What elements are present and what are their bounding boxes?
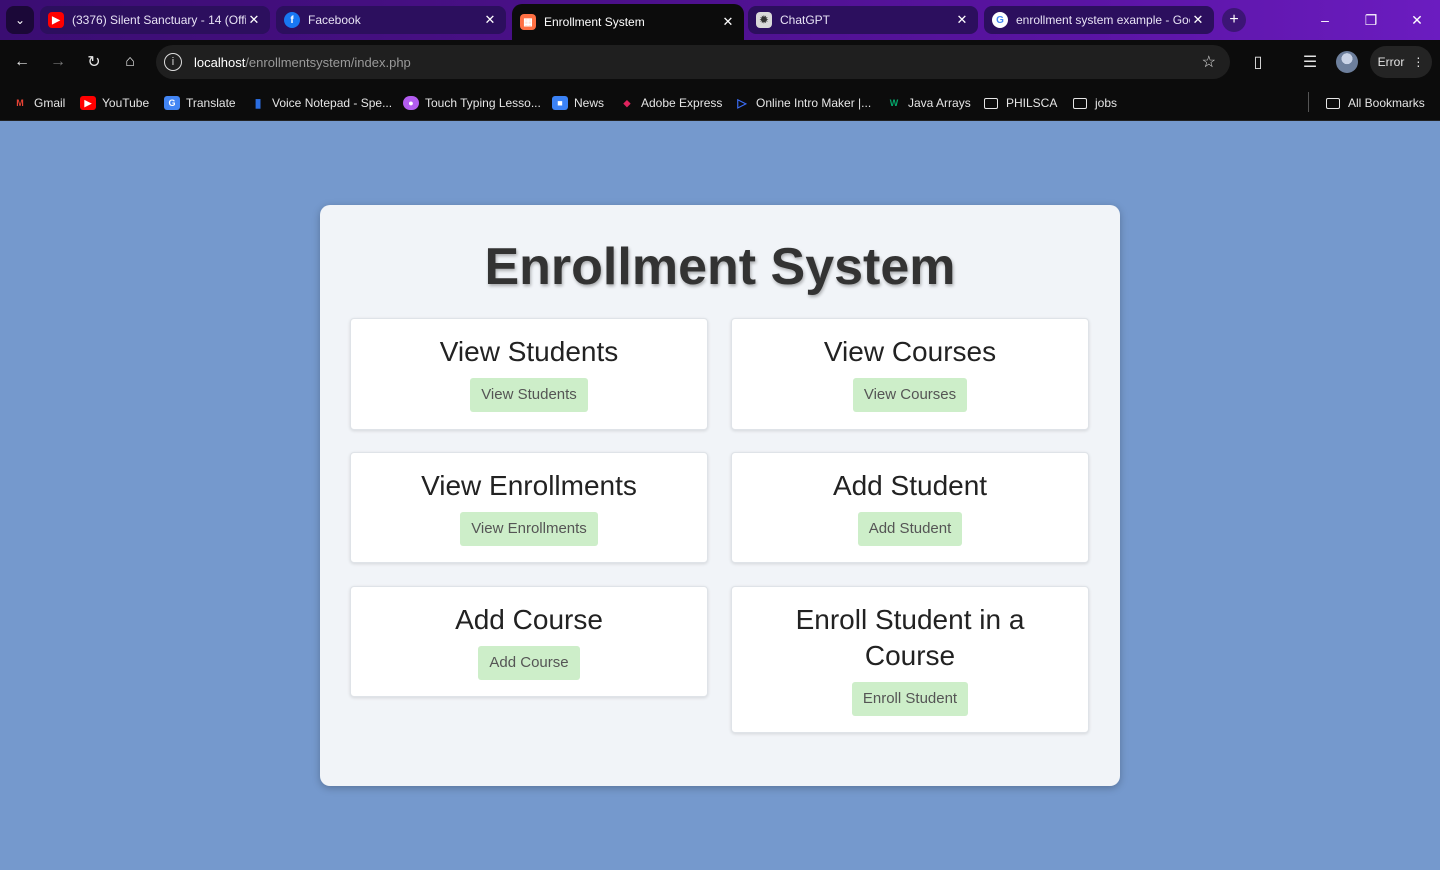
card-heading: Add Student (832, 470, 988, 501)
minimize-button[interactable]: – (1302, 0, 1348, 40)
microphone-icon: ▮ (254, 96, 262, 110)
card-heading: View Enrollments (421, 470, 637, 501)
more-vert-icon: ⋮ (1412, 55, 1425, 69)
typing-icon: ● (403, 96, 419, 110)
address-bar[interactable]: i localhost /enrollmentsystem/index.php … (156, 45, 1230, 79)
back-button[interactable]: ← (10, 50, 34, 74)
youtube-icon: ▶ (48, 12, 64, 28)
minimize-icon: – (1321, 12, 1329, 28)
tab-strip: ⌄ ▶ (3376) Silent Sanctuary - 14 (Offici… (0, 0, 1440, 40)
close-icon[interactable]: ✕ (246, 12, 262, 28)
play-icon: ▷ (737, 96, 747, 110)
folder-icon (1326, 97, 1340, 109)
bookmark-folder-jobs[interactable]: jobs (1073, 93, 1117, 113)
folder-icon (1073, 97, 1087, 109)
avatar[interactable] (1336, 51, 1358, 73)
close-icon[interactable]: ✕ (482, 12, 498, 28)
tab-facebook[interactable]: f Facebook ✕ (276, 6, 506, 34)
chatgpt-icon: ✹ (756, 12, 772, 28)
translate-icon: G (164, 96, 180, 110)
close-icon[interactable]: ✕ (954, 12, 970, 28)
news-icon: ■ (552, 96, 568, 110)
bookmark-online-intro-maker[interactable]: ▷ Online Intro Maker |... (734, 93, 871, 113)
bookmark-java-arrays[interactable]: W Java Arrays (886, 93, 971, 113)
bookmark-touch-typing[interactable]: ● Touch Typing Lesso... (403, 93, 541, 113)
card-heading: View Courses (823, 336, 997, 367)
browser-toolbar: ← → ↻ ⌂ i localhost /enrollmentsystem/in… (0, 40, 1440, 84)
tab-google-search[interactable]: G enrollment system example - Google ✕ (984, 6, 1214, 34)
home-button[interactable]: ⌂ (118, 50, 142, 74)
card-heading: View Students (439, 336, 619, 367)
tab-chatgpt[interactable]: ✹ ChatGPT ✕ (748, 6, 978, 34)
add-course-button[interactable]: Add Course (478, 646, 580, 680)
card-heading: Enroll Student in a Course (795, 604, 1025, 671)
window-close-button[interactable]: ✕ (1394, 0, 1440, 40)
arrow-left-icon: ← (14, 53, 30, 70)
bookmark-gmail[interactable]: M Gmail (12, 93, 65, 113)
chevron-down-icon: ⌄ (14, 13, 26, 27)
youtube-icon: ▶ (80, 96, 96, 110)
bookmark-adobe-express[interactable]: ◆ Adobe Express (619, 93, 723, 113)
view-students-button[interactable]: View Students (470, 378, 588, 412)
bookmark-voice-notepad[interactable]: ▮ Voice Notepad - Spe... (250, 93, 392, 113)
bookmarks-bar: M Gmail ▶ YouTube G Translate ▮ Voice No… (0, 84, 1440, 121)
card-heading: Add Course (455, 604, 603, 635)
profile-error-button[interactable]: Error ⋮ (1370, 46, 1432, 78)
w3schools-icon: W (889, 98, 899, 108)
view-courses-button[interactable]: View Courses (852, 378, 968, 412)
media-controls-button[interactable]: ☰ (1298, 50, 1322, 74)
restore-button[interactable]: ❐ (1348, 0, 1394, 40)
reload-icon: ↻ (87, 54, 101, 71)
view-enrollments-button[interactable]: View Enrollments (460, 512, 598, 546)
card-view-students: View Students View Students (350, 318, 708, 430)
extensions-button[interactable]: ▯ (1246, 50, 1270, 74)
restore-icon: ❐ (1364, 11, 1378, 28)
gmail-icon: M (16, 98, 24, 108)
page-icon: ▦ (520, 14, 536, 30)
close-icon[interactable]: ✕ (1190, 12, 1206, 28)
close-icon[interactable]: ✕ (720, 14, 736, 30)
all-bookmarks-button[interactable]: All Bookmarks (1326, 93, 1425, 113)
card-enroll-student: Enroll Student in a Course Enroll Studen… (731, 586, 1089, 733)
bookmark-youtube[interactable]: ▶ YouTube (80, 93, 149, 113)
tab-youtube[interactable]: ▶ (3376) Silent Sanctuary - 14 (Official… (40, 6, 270, 34)
google-icon: G (992, 12, 1008, 28)
close-icon: ✕ (1411, 11, 1423, 28)
playlist-icon: ☰ (1302, 54, 1318, 71)
reload-button[interactable]: ↻ (82, 50, 106, 74)
enroll-student-button[interactable]: Enroll Student (851, 682, 969, 716)
tab-search-button[interactable]: ⌄ (6, 6, 34, 34)
page-title: Enrollment System (484, 238, 956, 296)
home-icon: ⌂ (125, 53, 135, 70)
adobe-express-icon: ◆ (623, 97, 631, 108)
card-view-enrollments: View Enrollments View Enrollments (350, 452, 708, 563)
facebook-icon: f (284, 12, 300, 28)
folder-icon (984, 97, 998, 109)
tab-enrollment-system[interactable]: ▦ Enrollment System ✕ (512, 4, 744, 40)
site-info-icon[interactable]: i (164, 53, 182, 71)
arrow-right-icon: → (50, 53, 66, 70)
bookmark-folder-philsca[interactable]: PHILSCA (984, 93, 1057, 113)
forward-button[interactable]: → (46, 50, 70, 74)
main-container: Enrollment System View Students View Stu… (320, 205, 1120, 786)
plus-icon: + (1229, 11, 1239, 28)
bookmark-translate[interactable]: G Translate (164, 93, 236, 113)
card-add-student: Add Student Add Student (731, 452, 1089, 563)
add-student-button[interactable]: Add Student (857, 512, 963, 546)
bookmark-news[interactable]: ■ News (552, 93, 604, 113)
puzzle-icon: ▯ (1253, 54, 1263, 71)
bookmarks-divider (1308, 92, 1309, 112)
bookmark-star-icon[interactable]: ☆ (1202, 52, 1216, 72)
new-tab-button[interactable]: + (1222, 8, 1246, 32)
card-view-courses: View Courses View Courses (731, 318, 1089, 430)
card-add-course: Add Course Add Course (350, 586, 708, 697)
